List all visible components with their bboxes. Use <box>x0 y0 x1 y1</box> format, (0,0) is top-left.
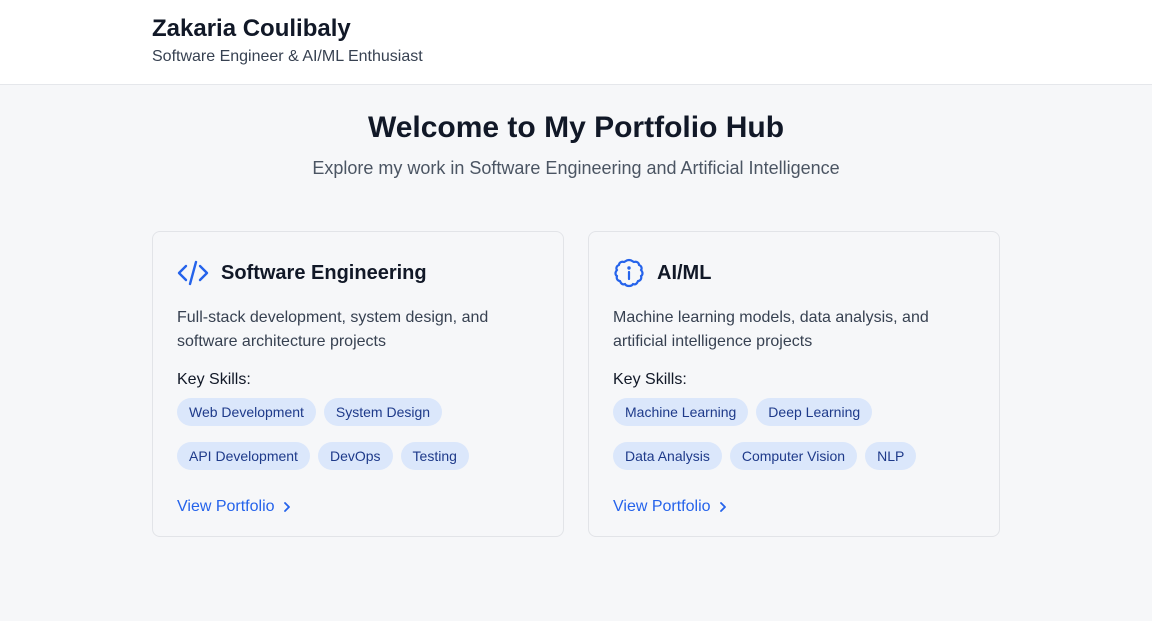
card-description: Machine learning models, data analysis, … <box>613 309 929 350</box>
skill-chip: System Design <box>323 398 443 426</box>
view-portfolio-link[interactable]: View Portfolio <box>177 498 291 516</box>
view-portfolio-link[interactable]: View Portfolio <box>613 498 727 516</box>
card-header: Software Engineering <box>177 258 539 288</box>
skill-chip: Data Analysis <box>613 442 722 470</box>
skill-chip: DevOps <box>317 442 393 470</box>
ai-ml-card: AI/ML Machine learning models, data anal… <box>588 231 1000 537</box>
view-portfolio-label: View Portfolio <box>613 498 711 515</box>
skill-chip: Web Development <box>177 398 316 426</box>
code-icon <box>177 257 209 289</box>
card-description: Full-stack development, system design, a… <box>177 309 489 350</box>
skill-chip: Deep Learning <box>756 398 873 426</box>
skills-label: Key Skills: <box>177 371 251 388</box>
card-header: AI/ML <box>613 258 975 288</box>
site-header: Zakaria Coulibaly Software Engineer & AI… <box>0 0 1152 85</box>
skill-chip: API Development <box>177 442 310 470</box>
skills-label: Key Skills: <box>613 371 687 388</box>
brain-icon <box>613 257 645 289</box>
page-subtitle: Explore my work in Software Engineering … <box>312 158 840 178</box>
skill-chip: Computer Vision <box>729 442 858 470</box>
chevron-right-icon <box>719 501 727 513</box>
skills-list: Machine Learning Deep Learning Data Anal… <box>613 398 973 470</box>
portfolio-cards: Software Engineering Full-stack developm… <box>152 231 1000 537</box>
skill-chip: Machine Learning <box>613 398 749 426</box>
view-portfolio-label: View Portfolio <box>177 498 275 515</box>
skill-chip: Testing <box>400 442 469 470</box>
card-title: AI/ML <box>657 261 712 284</box>
skills-list: Web Development System Design API Develo… <box>177 398 537 470</box>
site-name: Zakaria Coulibaly <box>152 15 351 42</box>
card-title: Software Engineering <box>221 261 427 284</box>
software-engineering-card: Software Engineering Full-stack developm… <box>152 231 564 537</box>
page-title: Welcome to My Portfolio Hub <box>367 111 785 144</box>
chevron-right-icon <box>283 501 291 513</box>
site-tagline: Software Engineer & AI/ML Enthusiast <box>152 48 423 65</box>
header-inner: Zakaria Coulibaly Software Engineer & AI… <box>152 0 1000 67</box>
hero-section: Welcome to My Portfolio Hub Explore my w… <box>0 110 1152 180</box>
skill-chip: NLP <box>865 442 917 470</box>
